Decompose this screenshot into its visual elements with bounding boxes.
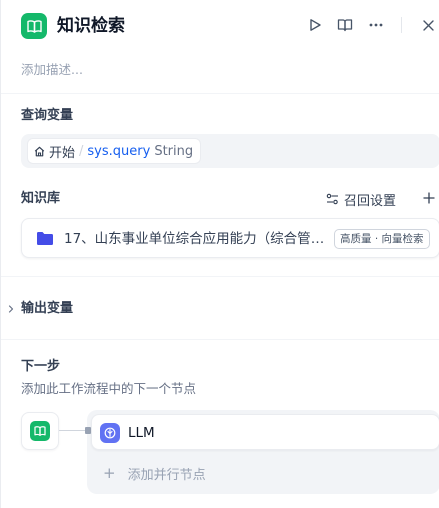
next-step-subtitle: 添加此工作流程中的下一个节点 [21, 381, 197, 396]
add-parallel-label: 添加并行节点 [127, 467, 206, 483]
description-input[interactable]: 添加描述... [21, 60, 83, 80]
knowledge-dataset-item[interactable]: 17、山东事业单位综合应用能力（综合管理类A类） 高质量 · 向量检索 [21, 218, 439, 258]
variable-path-separator: / [79, 143, 84, 159]
close-icon [422, 19, 434, 31]
section-divider [1, 339, 439, 340]
knowledge-title: 知识库 [21, 191, 61, 206]
more-options-button[interactable] [365, 14, 387, 36]
node-config-panel: 知识检索 添加描述... 查询变量 开始 / sys.query String … [0, 0, 439, 508]
open-book-icon [34, 426, 46, 436]
dataset-name: 17、山东事业单位综合应用能力（综合管理类A类） [64, 231, 334, 247]
chevron-right-icon[interactable] [7, 304, 15, 314]
variable-type: String [154, 143, 194, 159]
node-title[interactable]: 知识检索 [57, 13, 125, 39]
open-book-icon [26, 19, 42, 33]
add-parallel-node-button[interactable]: + 添加并行节点 [103, 463, 206, 483]
header-divider [401, 17, 402, 33]
next-step-title: 下一步 [21, 359, 61, 374]
query-variable-title: 查询变量 [21, 108, 74, 123]
next-node-llm[interactable]: LLM [91, 414, 439, 450]
settings-sliders-icon [326, 193, 339, 205]
recall-settings-button[interactable]: 召回设置 [326, 189, 396, 209]
help-docs-button[interactable] [334, 14, 356, 36]
panel-header: 知识检索 [1, 0, 439, 52]
variable-source-node: 开始 [49, 145, 76, 161]
current-node-block [21, 412, 59, 450]
plus-icon [423, 192, 435, 204]
section-divider [1, 276, 439, 277]
variable-name: sys.query [87, 143, 151, 159]
close-panel-button[interactable] [417, 14, 439, 36]
llm-brain-icon [104, 427, 116, 439]
knowledge-retrieval-node-icon [21, 13, 47, 39]
query-variable-selector[interactable]: 开始 / sys.query String [21, 134, 439, 168]
home-icon [34, 146, 45, 157]
node-connector-line [59, 430, 87, 431]
section-divider [1, 93, 439, 94]
recall-settings-label: 召回设置 [344, 193, 397, 209]
output-variables-toggle[interactable]: 输出变量 [21, 299, 73, 319]
plus-icon: + [103, 464, 116, 482]
run-node-button[interactable] [304, 14, 326, 36]
book-icon [337, 19, 353, 32]
variable-tag: 开始 / sys.query String [27, 138, 202, 164]
play-icon [310, 19, 321, 31]
dataset-index-badge: 高质量 · 向量检索 [334, 229, 430, 249]
next-node-label: LLM [128, 425, 155, 441]
folder-icon [37, 232, 53, 245]
add-knowledge-button[interactable] [419, 188, 439, 208]
llm-node-icon [100, 423, 120, 443]
more-horizontal-icon [369, 23, 383, 27]
knowledge-retrieval-node-icon [30, 421, 50, 441]
